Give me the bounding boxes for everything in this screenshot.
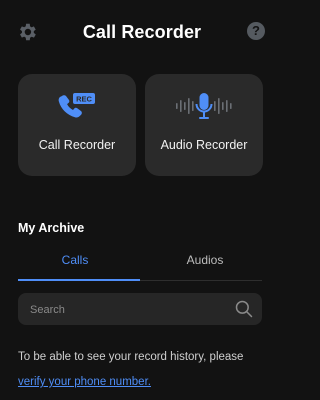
microphone-waveform-icon bbox=[145, 90, 263, 122]
phone-rec-icon: REC bbox=[18, 90, 136, 122]
tab-selected-indicator bbox=[18, 279, 140, 281]
rec-badge: REC bbox=[76, 95, 92, 104]
help-icon[interactable]: ? bbox=[247, 22, 265, 40]
audio-recorder-card[interactable]: Audio Recorder bbox=[145, 74, 263, 176]
app-header: Call Recorder ? bbox=[0, 0, 284, 64]
verify-phone-link[interactable]: verify your phone number. bbox=[18, 376, 151, 388]
page-title: Call Recorder bbox=[82, 22, 202, 42]
tab-calls[interactable]: Calls bbox=[18, 253, 132, 267]
search-bar bbox=[18, 293, 262, 325]
search-input[interactable] bbox=[28, 299, 227, 321]
audio-recorder-label: Audio Recorder bbox=[160, 138, 248, 152]
archive-title: My Archive bbox=[18, 221, 85, 235]
search-icon[interactable] bbox=[234, 299, 254, 319]
call-recorder-card[interactable]: REC Call Recorder bbox=[18, 74, 136, 176]
call-recorder-label: Call Recorder bbox=[38, 138, 116, 152]
tab-audios[interactable]: Audios bbox=[148, 253, 262, 267]
archive-tabs: Calls Audios bbox=[18, 247, 262, 281]
verification-message: To be able to see your record history, p… bbox=[18, 351, 244, 363]
